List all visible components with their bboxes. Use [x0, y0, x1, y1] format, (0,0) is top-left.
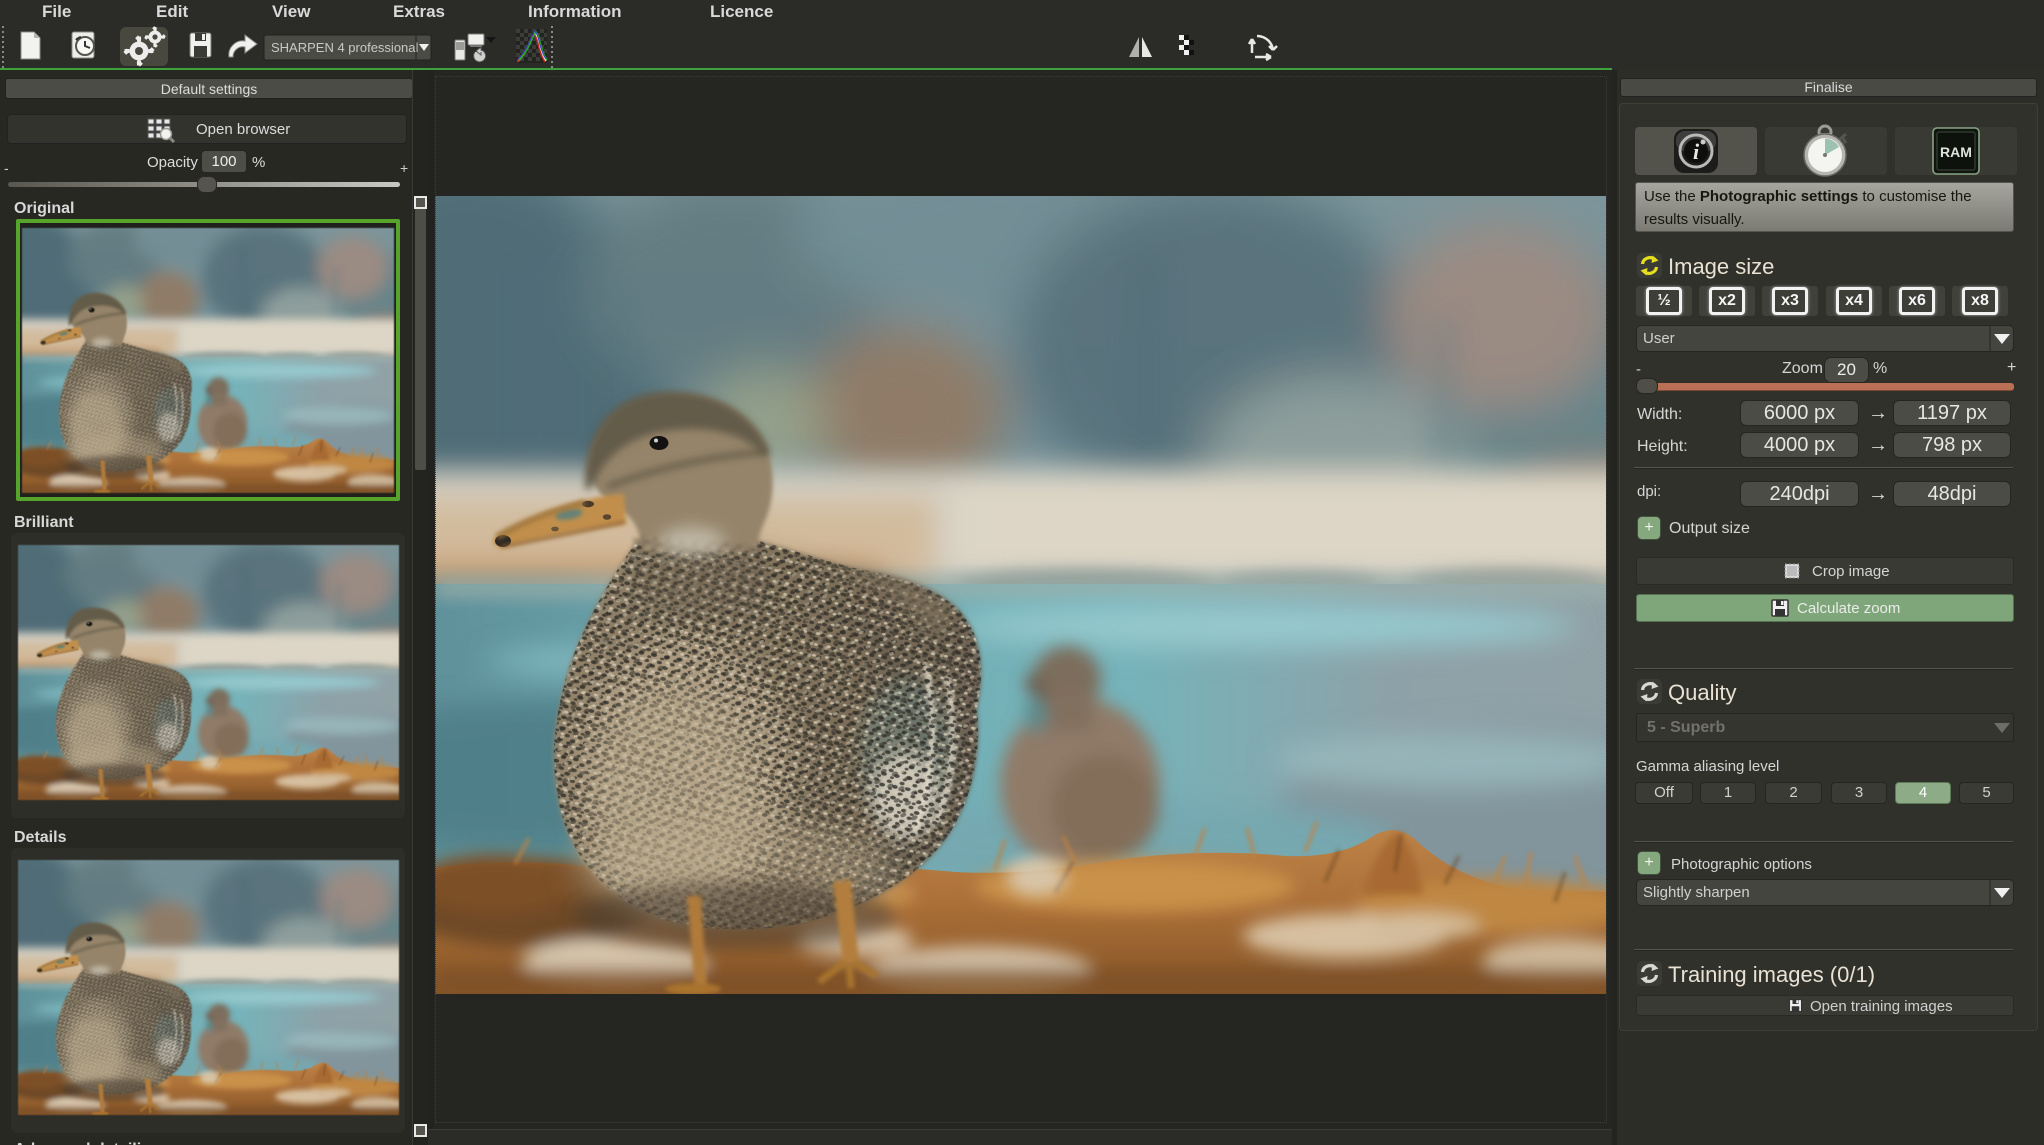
- svg-text:RAM: RAM: [1940, 144, 1972, 160]
- svg-text:i: i: [1693, 139, 1700, 164]
- svg-text:SHARPEN 4 professional: SHARPEN 4 professional: [271, 40, 419, 55]
